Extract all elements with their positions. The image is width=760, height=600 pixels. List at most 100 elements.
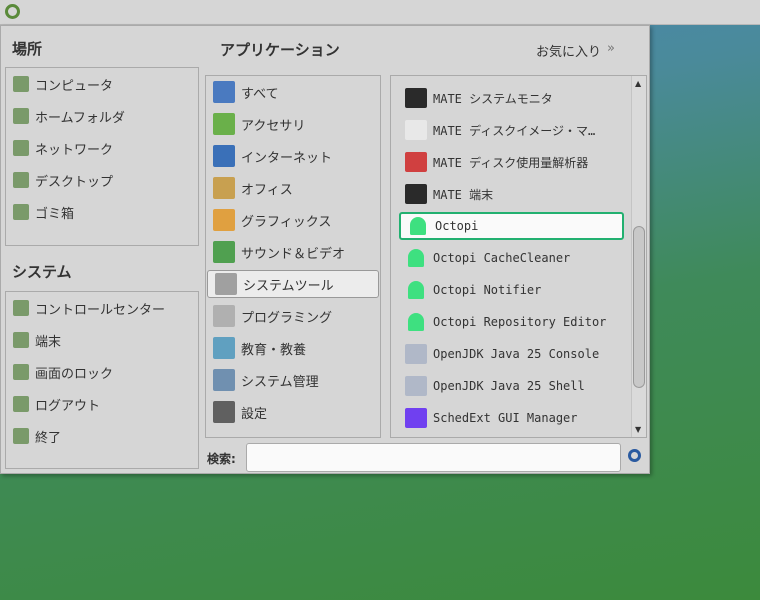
app-item[interactable]: MATE 端末 <box>399 180 624 208</box>
category-icon <box>213 401 235 423</box>
terminal-icon <box>13 332 29 348</box>
app-item[interactable]: OpenJDK Java 25 Console <box>399 340 624 368</box>
category-icon <box>213 145 235 167</box>
system-item[interactable]: 画面のロック <box>6 358 198 386</box>
app-item[interactable]: Octopi <box>399 212 624 240</box>
app-item[interactable]: MATE ディスクイメージ・マ… <box>399 116 624 144</box>
item-label: MATE ディスクイメージ・マ… <box>433 123 596 138</box>
category-item[interactable]: 設定 <box>206 398 380 426</box>
category-icon <box>213 241 235 263</box>
system-item[interactable]: ログアウト <box>6 390 198 418</box>
app-icon <box>405 152 427 172</box>
item-label: Octopi <box>435 219 479 233</box>
item-label: SchedExt GUI Manager <box>433 411 578 425</box>
item-label: MATE システムモニタ <box>433 91 553 106</box>
network-icon <box>13 140 29 156</box>
item-label: グラフィックス <box>241 214 332 230</box>
app-icon <box>405 120 427 140</box>
app-icon <box>405 344 427 364</box>
category-item[interactable]: システムツール <box>207 270 379 298</box>
app-icon <box>405 184 427 204</box>
item-label: 画面のロック <box>35 366 114 382</box>
scrollbar-thumb[interactable] <box>633 226 645 388</box>
system-heading: システム <box>12 263 72 281</box>
category-icon <box>213 81 235 103</box>
category-icon <box>213 209 235 231</box>
item-label: コンピュータ <box>35 78 114 94</box>
item-label: Octopi Notifier <box>433 283 542 297</box>
octopi-ghost-icon <box>408 281 424 299</box>
category-list: すべてアクセサリインターネットオフィスグラフィックスサウンド＆ビデオシステムツー… <box>205 75 381 438</box>
app-list: ▲ ▼ MATE システムモニタ MATE ディスクイメージ・マ… MATE ディス… <box>390 75 647 438</box>
app-item[interactable]: OpenJDK Java 25 Shell <box>399 372 624 400</box>
trash-icon <box>13 204 29 220</box>
places-item[interactable]: ゴミ箱 <box>6 198 198 226</box>
scroll-down-icon[interactable]: ▼ <box>635 425 641 434</box>
app-item[interactable]: MATE ディスク使用量解析器 <box>399 148 624 176</box>
system-item[interactable]: コントロールセンター <box>6 294 198 322</box>
item-label: 端末 <box>35 334 62 350</box>
category-item[interactable]: システム管理 <box>206 366 380 394</box>
item-label: 教育・教養 <box>241 342 307 358</box>
computer-icon <box>13 76 29 92</box>
item-label: インターネット <box>241 150 333 166</box>
category-item[interactable]: オフィス <box>206 174 380 202</box>
favorites-label: お気に入り <box>536 45 602 60</box>
item-label: すべて <box>241 86 279 102</box>
category-icon <box>213 305 235 327</box>
item-label: ホームフォルダ <box>35 110 125 126</box>
system-item[interactable]: 端末 <box>6 326 198 354</box>
app-item[interactable]: Octopi Repository Editor <box>399 308 624 336</box>
system-item[interactable]: 終了 <box>6 422 198 450</box>
octopi-ghost-icon <box>410 217 426 235</box>
item-label: システムツール <box>243 278 334 294</box>
top-panel <box>0 0 760 25</box>
app-item[interactable]: SchedExt GUI Manager <box>399 404 624 432</box>
category-item[interactable]: サウンド＆ビデオ <box>206 238 380 266</box>
lock-screen-icon <box>13 364 29 380</box>
favorites-button[interactable]: お気に入り » <box>536 41 615 60</box>
places-item[interactable]: コンピュータ <box>6 70 198 98</box>
category-icon <box>213 113 235 135</box>
logout-icon <box>13 396 29 412</box>
item-label: Octopi Repository Editor <box>433 315 607 329</box>
item-label: デスクトップ <box>35 174 114 190</box>
category-icon <box>213 177 235 199</box>
desktop-folder-icon <box>13 172 29 188</box>
item-label: ネットワーク <box>35 142 114 158</box>
category-item[interactable]: 教育・教養 <box>206 334 380 362</box>
app-item[interactable]: MATE システムモニタ <box>399 84 624 112</box>
category-item[interactable]: すべて <box>206 78 380 106</box>
chevron-right-icon: » <box>607 41 615 56</box>
app-item[interactable]: Octopi CacheCleaner <box>399 244 624 272</box>
item-label: OpenJDK Java 25 Console <box>433 347 600 361</box>
item-label: 終了 <box>35 430 62 446</box>
octopi-ghost-icon <box>408 313 424 331</box>
shutdown-icon <box>13 428 29 444</box>
item-label: アクセサリ <box>241 118 306 134</box>
category-icon <box>215 273 237 295</box>
places-item[interactable]: デスクトップ <box>6 166 198 194</box>
places-item[interactable]: ネットワーク <box>6 134 198 162</box>
scrollbar[interactable]: ▲ ▼ <box>631 76 646 437</box>
system-list: コントロールセンター端末画面のロック ログアウト終了 <box>5 291 199 469</box>
category-item[interactable]: グラフィックス <box>206 206 380 234</box>
app-icon <box>405 376 427 396</box>
category-item[interactable]: インターネット <box>206 142 380 170</box>
menu-logo-icon[interactable] <box>5 4 20 19</box>
app-item[interactable]: Octopi Notifier <box>399 276 624 304</box>
scroll-up-icon[interactable]: ▲ <box>635 79 641 88</box>
octopi-ghost-icon <box>408 249 424 267</box>
app-icon <box>405 88 427 108</box>
item-label: ゴミ箱 <box>35 206 75 222</box>
item-label: プログラミング <box>241 310 333 326</box>
item-label: ログアウト <box>35 398 101 414</box>
item-label: 設定 <box>241 406 268 422</box>
item-label: MATE ディスク使用量解析器 <box>433 155 589 170</box>
applications-heading: アプリケーション <box>220 41 340 59</box>
places-item[interactable]: ホームフォルダ <box>6 102 198 130</box>
search-icon[interactable] <box>628 449 641 462</box>
category-item[interactable]: プログラミング <box>206 302 380 330</box>
search-input[interactable] <box>246 443 621 472</box>
category-item[interactable]: アクセサリ <box>206 110 380 138</box>
